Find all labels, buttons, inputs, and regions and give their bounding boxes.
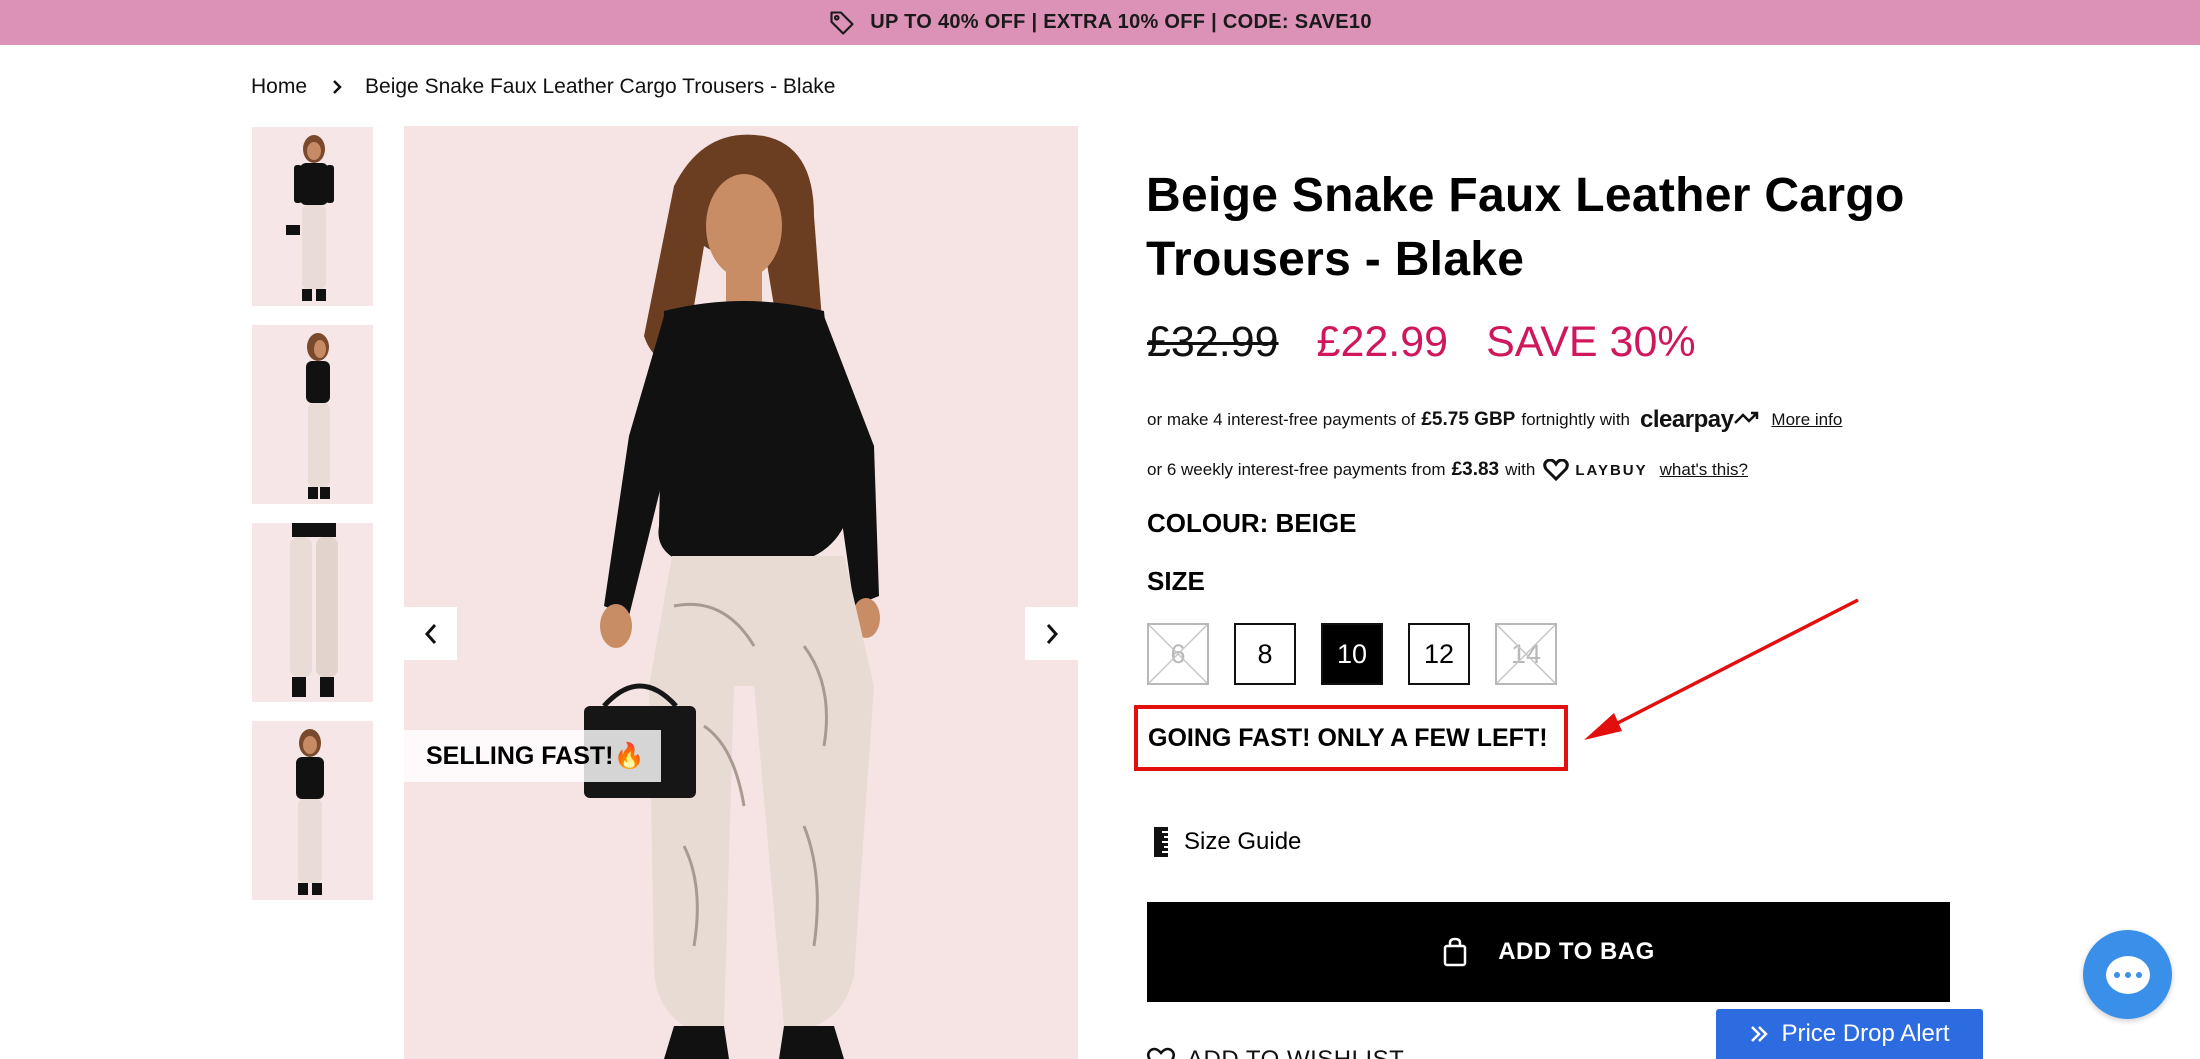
size-label: SIZE bbox=[1147, 566, 1205, 596]
tag-icon bbox=[830, 10, 854, 35]
laybuy-logo: LAYBUY bbox=[1543, 459, 1647, 481]
add-to-wishlist-label: ADD TO WISHLIST bbox=[1187, 1046, 1404, 1059]
gallery-thumbnail-2[interactable] bbox=[252, 325, 373, 504]
price-drop-alert-button[interactable]: Price Drop Alert bbox=[1716, 1009, 1983, 1059]
product-main-image[interactable]: SELLING FAST!🔥 bbox=[404, 126, 1078, 1059]
unavailable-cross-icon bbox=[1149, 625, 1207, 683]
gallery-next-button[interactable] bbox=[1025, 607, 1078, 660]
original-price: £32.99 bbox=[1147, 318, 1279, 366]
promo-text: UP TO 40% OFF | EXTRA 10% OFF | CODE: SA… bbox=[870, 11, 1372, 33]
gallery-prev-button[interactable] bbox=[404, 607, 457, 660]
add-to-bag-button[interactable]: ADD TO BAG bbox=[1147, 902, 1950, 1002]
ruler-icon bbox=[1154, 827, 1168, 857]
clearpay-logo-text: clearpay bbox=[1640, 406, 1734, 433]
clearpay-prefix: or make 4 interest-free payments of bbox=[1147, 410, 1416, 429]
double-chevron-right-icon bbox=[1751, 1026, 1769, 1042]
clearpay-more-info-link[interactable]: More info bbox=[1771, 410, 1842, 430]
size-option-10[interactable]: 10 bbox=[1321, 623, 1383, 685]
size-option-14[interactable]: 14 bbox=[1495, 623, 1557, 685]
size-option-6[interactable]: 6 bbox=[1147, 623, 1209, 685]
add-to-bag-label: ADD TO BAG bbox=[1498, 938, 1655, 965]
low-stock-text: GOING FAST! ONLY A FEW LEFT! bbox=[1148, 723, 1548, 752]
chevron-right-icon bbox=[1046, 623, 1058, 644]
gallery-thumbnail-3[interactable] bbox=[252, 523, 373, 702]
chevron-left-icon bbox=[424, 623, 436, 644]
shopping-bag-icon bbox=[1443, 937, 1467, 967]
price-drop-alert-label: Price Drop Alert bbox=[1781, 1020, 1950, 1047]
chat-button[interactable] bbox=[2083, 930, 2172, 1019]
laybuy-middle: with bbox=[1505, 460, 1536, 479]
product-title-line-2: Trousers - Blake bbox=[1146, 233, 1525, 286]
laybuy-info: or 6 weekly interest-free payments from … bbox=[1147, 459, 1748, 481]
clearpay-info: or make 4 interest-free payments of £5.7… bbox=[1147, 406, 1842, 434]
colour-label: COLOUR: BEIGE bbox=[1147, 508, 1357, 538]
promo-banner[interactable]: UP TO 40% OFF | EXTRA 10% OFF | CODE: SA… bbox=[0, 0, 2200, 45]
clearpay-arrows-icon bbox=[1734, 411, 1759, 424]
product-title: Beige Snake Faux Leather Cargo Trousers … bbox=[1146, 164, 1946, 292]
breadcrumb-current: Beige Snake Faux Leather Cargo Trousers … bbox=[365, 75, 836, 98]
laybuy-heart-icon bbox=[1543, 459, 1570, 481]
breadcrumb: Home Beige Snake Faux Leather Cargo Trou… bbox=[251, 72, 835, 102]
product-photo bbox=[404, 126, 1078, 1059]
chevron-right-icon bbox=[331, 79, 343, 95]
clearpay-amount: £5.75 GBP bbox=[1421, 409, 1516, 430]
size-option-12[interactable]: 12 bbox=[1408, 623, 1470, 685]
unavailable-cross-icon bbox=[1497, 625, 1555, 683]
clearpay-logo: clearpay bbox=[1640, 406, 1759, 434]
add-to-wishlist-button[interactable]: ADD TO WISHLIST bbox=[1147, 1046, 1404, 1059]
annotation-arrow-icon bbox=[1584, 598, 1859, 740]
gallery-thumbnail-1[interactable] bbox=[252, 127, 373, 306]
selling-fast-badge: SELLING FAST!🔥 bbox=[404, 730, 661, 782]
product-title-line-1: Beige Snake Faux Leather Cargo bbox=[1146, 169, 1905, 222]
size-option-8[interactable]: 8 bbox=[1234, 623, 1296, 685]
breadcrumb-home[interactable]: Home bbox=[251, 75, 307, 99]
heart-icon bbox=[1147, 1047, 1175, 1059]
laybuy-prefix: or 6 weekly interest-free payments from bbox=[1147, 460, 1446, 479]
size-guide-label: Size Guide bbox=[1184, 828, 1302, 855]
low-stock-message: GOING FAST! ONLY A FEW LEFT! bbox=[1134, 705, 1568, 771]
gallery-thumbnail-4[interactable] bbox=[252, 721, 373, 900]
chat-icon bbox=[2105, 955, 2150, 994]
price-row: £32.99 £22.99 SAVE 30% bbox=[1147, 318, 1696, 367]
size-guide-link[interactable]: Size Guide bbox=[1152, 826, 1301, 858]
clearpay-middle: fortnightly with bbox=[1521, 410, 1631, 429]
discount-label: SAVE 30% bbox=[1486, 318, 1696, 366]
laybuy-logo-text: LAYBUY bbox=[1575, 461, 1648, 479]
laybuy-whats-this-link[interactable]: what's this? bbox=[1660, 460, 1748, 480]
laybuy-amount: £3.83 bbox=[1451, 459, 1500, 480]
sale-price: £22.99 bbox=[1316, 318, 1449, 366]
size-selector: 6 8 10 12 14 bbox=[1147, 623, 1557, 685]
